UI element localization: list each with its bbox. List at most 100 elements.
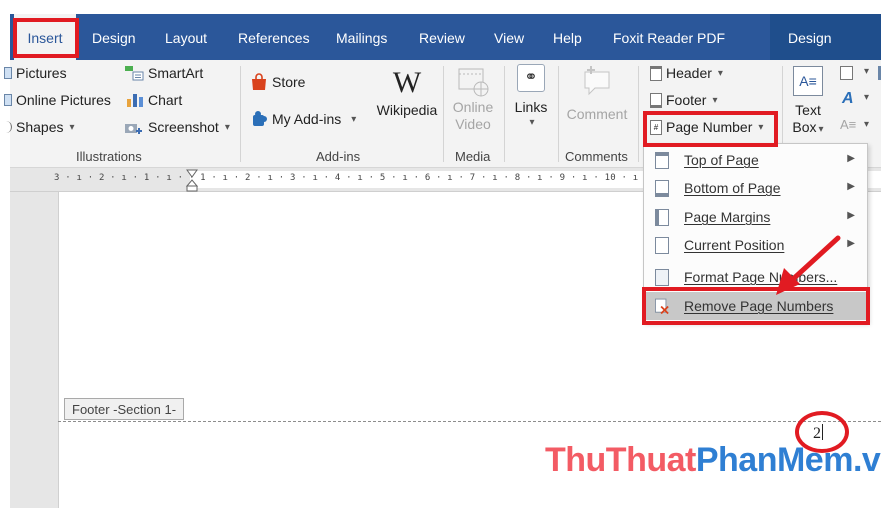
group-separator	[240, 66, 241, 162]
indent-marker-icon[interactable]	[186, 168, 198, 192]
menu-item-top-of-page[interactable]: Top of Page ▶	[644, 146, 867, 174]
shapes-label: Shapes	[16, 119, 64, 135]
ruler-scale: 3 · ı · 2 · ı · 1 · ı · · 1 · ı · 2 · ı …	[54, 173, 678, 183]
links-icon: ⚭	[517, 64, 545, 92]
menu-item-page-margins[interactable]: Page Margins ▶	[644, 203, 867, 231]
drop-cap-icon[interactable]: A≡	[840, 117, 856, 132]
wordart-dropdown-icon[interactable]: ▾	[864, 92, 869, 103]
group-label-media: Media	[455, 149, 491, 164]
bottom-of-page-icon	[655, 180, 669, 197]
quick-parts-dropdown-icon[interactable]: ▾	[864, 66, 869, 77]
comment-label: Comment	[566, 106, 628, 122]
screenshot-icon	[125, 124, 142, 134]
store-icon	[252, 73, 266, 90]
header-icon	[650, 65, 662, 81]
store-label: Store	[272, 74, 306, 90]
shapes-button[interactable]: Shapes ▾	[4, 119, 75, 135]
footer-label: Footer	[666, 92, 707, 108]
online-video-icon	[458, 68, 489, 97]
menu-item-label: Format Page Numbers...	[684, 269, 838, 285]
screenshot-label: Screenshot	[148, 119, 219, 135]
new-comment-button[interactable]: Comment	[562, 64, 632, 124]
screenshot-dropdown-icon: ▾	[224, 121, 230, 133]
group-separator	[558, 66, 559, 162]
menu-item-current-position[interactable]: Current Position ▶	[644, 231, 867, 259]
submenu-arrow-icon: ▶	[847, 153, 855, 164]
shapes-dropdown-icon: ▾	[69, 121, 75, 133]
menu-item-label: Top of Page	[684, 152, 759, 168]
wikipedia-icon: W	[392, 66, 422, 99]
text-box-label-line1: Text	[795, 102, 821, 118]
tab-help[interactable]: Help	[553, 14, 582, 60]
tab-design[interactable]: Design	[92, 14, 136, 60]
group-separator	[504, 66, 505, 162]
tab-foxit-reader-pdf[interactable]: Foxit Reader PDF	[613, 14, 725, 60]
tab-references[interactable]: References	[238, 14, 310, 60]
header-label: Header	[666, 65, 712, 81]
menu-item-label: Page Margins	[684, 209, 771, 225]
wikipedia-label: Wikipedia	[376, 102, 438, 118]
pictures-label: Pictures	[16, 65, 67, 81]
footer-boundary	[58, 421, 881, 422]
my-addins-icon	[253, 111, 267, 126]
tab-mailings[interactable]: Mailings	[336, 14, 387, 60]
tab-review[interactable]: Review	[419, 14, 465, 60]
tab-layout[interactable]: Layout	[165, 14, 207, 60]
drop-cap-dropdown-icon[interactable]: ▾	[864, 119, 869, 130]
group-separator	[638, 66, 639, 162]
chart-button[interactable]: Chart	[126, 92, 182, 108]
smartart-label: SmartArt	[148, 65, 204, 81]
wordart-icon[interactable]: A	[842, 90, 854, 108]
text-box-button[interactable]: A≡ Text Box ▾	[788, 64, 828, 138]
tab-insert[interactable]: Insert	[14, 14, 76, 60]
menu-item-remove-page-numbers[interactable]: Remove Page Numbers	[644, 292, 867, 320]
my-addins-dropdown-icon: ▾	[351, 113, 357, 125]
online-video-label-line1: Online	[452, 99, 494, 115]
menu-item-label: Remove Page Numbers	[684, 298, 834, 314]
store-button[interactable]: Store	[250, 73, 305, 91]
my-addins-button[interactable]: My Add-ins ▾	[250, 110, 356, 128]
submenu-arrow-icon: ▶	[847, 181, 855, 192]
text-box-icon: A≡	[793, 66, 823, 96]
menu-item-label: Bottom of Page	[684, 180, 781, 196]
chart-icon	[127, 94, 143, 107]
footer-section-tag: Footer -Section 1-	[64, 398, 185, 420]
links-button[interactable]: ⚭ Links ▾	[510, 62, 552, 128]
comment-icon	[584, 66, 610, 96]
links-label: Links	[514, 99, 548, 115]
chart-label: Chart	[148, 92, 183, 108]
header-button[interactable]: Header ▾	[650, 65, 723, 81]
submenu-arrow-icon: ▶	[847, 210, 855, 221]
group-label-illustrations: Illustrations	[76, 149, 142, 164]
footer-dropdown-icon: ▾	[712, 94, 718, 106]
smartart-button[interactable]: SmartArt	[124, 65, 203, 81]
quick-parts-icon[interactable]	[840, 66, 853, 80]
menu-item-format-page-numbers[interactable]: Format Page Numbers...	[644, 263, 867, 291]
page-number-dropdown-icon: ▾	[758, 121, 764, 133]
tab-view[interactable]: View	[494, 14, 524, 60]
my-addins-label: My Add-ins	[272, 111, 342, 127]
pictures-button[interactable]: Pictures	[4, 65, 67, 81]
pictures-icon	[4, 67, 12, 79]
online-pictures-button[interactable]: Online Pictures	[4, 92, 111, 108]
menu-item-bottom-of-page[interactable]: Bottom of Page ▶	[644, 174, 867, 202]
submenu-arrow-icon: ▶	[847, 238, 855, 249]
screenshot-button[interactable]: Screenshot ▾	[124, 119, 230, 135]
links-dropdown-icon: ▾	[529, 117, 535, 128]
tab-design-contextual[interactable]: Design	[788, 14, 832, 60]
online-pictures-icon	[4, 94, 12, 106]
group-separator	[443, 66, 444, 162]
watermark-logo: ThuThuatPhanMem.vn	[545, 441, 881, 479]
footer-icon	[650, 92, 662, 108]
ribbon-tab-bar: Insert Design Layout References Mailings…	[10, 14, 881, 60]
page-number-label: Page Number	[666, 119, 753, 135]
header-dropdown-icon: ▾	[717, 67, 723, 79]
smartart-icon	[125, 66, 144, 81]
footer-button[interactable]: Footer ▾	[650, 92, 718, 108]
page-margins-icon	[655, 209, 669, 226]
online-video-label-line2: Video	[455, 116, 491, 132]
wikipedia-button[interactable]: W Wikipedia	[372, 62, 442, 118]
page-number-button[interactable]: # Page Number ▾	[650, 119, 763, 135]
menu-item-label: Current Position	[684, 237, 785, 253]
online-video-button[interactable]: Online Video	[450, 66, 496, 132]
